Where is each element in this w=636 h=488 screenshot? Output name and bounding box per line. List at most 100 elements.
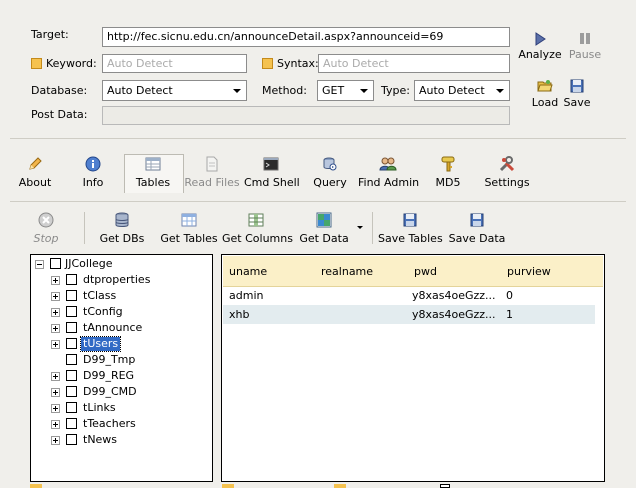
status-indicator [30,484,42,488]
load-button[interactable]: Load [529,78,561,110]
tree-checkbox[interactable] [66,370,77,381]
key-icon [441,156,455,172]
grid-header: uname realname pwd purview [223,256,603,287]
target-url-input[interactable]: http://fec.sicnu.edu.cn/announceDetail.a… [102,27,510,47]
save-tables-label: Save Tables [378,232,443,245]
get-data-dropdown-arrow[interactable] [357,226,363,229]
tab-find-admin[interactable]: Find Admin [358,156,420,190]
terminal-icon [263,157,279,171]
tree-checkbox[interactable] [66,386,77,397]
tree-checkbox[interactable] [66,290,77,301]
tree-checkbox[interactable] [66,338,77,349]
expand-icon[interactable] [51,340,60,349]
expand-icon[interactable] [51,292,60,301]
load-label: Load [531,96,559,109]
tab-settings[interactable]: Settings [484,156,530,190]
tree-checkbox[interactable] [66,306,77,317]
syntax-checkbox[interactable] [262,58,273,69]
expand-icon[interactable] [51,324,60,333]
save-tables-button[interactable]: Save Tables [378,212,443,246]
document-icon [206,156,218,172]
database-tree[interactable]: JJCollege dtproperties tClass tConfig tA… [30,254,213,482]
keyword-checkbox[interactable] [31,58,42,69]
syntax-input[interactable]: Auto Detect [318,54,510,73]
column-header-uname[interactable]: uname [229,265,267,278]
chevron-down-icon [360,89,368,93]
stop-button[interactable]: Stop [26,212,66,246]
tab-label: Cmd Shell [244,176,300,189]
toolbar-separator [84,212,85,244]
play-icon [535,32,546,46]
tab-tables[interactable]: Tables [130,156,176,190]
data-grid[interactable]: uname realname pwd purview admin y8xas4o… [221,254,605,482]
expand-icon[interactable] [51,276,60,285]
tree-label: tClass [83,289,117,302]
stop-icon [38,212,54,228]
keyword-input[interactable]: Auto Detect [102,54,247,73]
tab-about[interactable]: About [14,156,56,190]
tab-label: About [18,176,52,189]
postdata-label: Post Data: [31,108,88,121]
data-icon [316,212,332,228]
divider [10,201,626,202]
get-data-button[interactable]: Get Data [296,212,352,246]
pause-icon [580,33,590,44]
table-row-selected[interactable]: xhb y8xas4oeGzz... 1 [223,305,595,324]
table-cell: admin [229,289,264,302]
tab-label: Info [82,176,104,189]
tab-read-files[interactable]: Read Files [184,156,240,190]
method-select[interactable]: GET [317,80,374,101]
column-header-purview[interactable]: purview [507,265,551,278]
postdata-input[interactable] [102,106,510,125]
tree-checkbox[interactable] [66,274,77,285]
tree-checkbox[interactable] [66,434,77,445]
tree-label: D99_REG [83,369,135,382]
tab-cmd-shell[interactable]: Cmd Shell [244,156,300,190]
tree-checkbox[interactable] [66,322,77,333]
tree-checkbox[interactable] [66,418,77,429]
database-select[interactable]: Auto Detect [102,80,247,101]
expand-icon[interactable] [51,308,60,317]
tree-checkbox[interactable] [66,402,77,413]
status-indicator [222,484,234,488]
tab-label: Tables [135,176,171,189]
keyword-label: Keyword: [46,57,97,70]
chevron-down-icon [496,89,504,93]
table-row[interactable]: admin y8xas4oeGzz... 0 [223,285,595,305]
type-select[interactable]: Auto Detect [414,80,510,101]
expand-icon[interactable] [51,372,60,381]
expand-icon[interactable] [51,420,60,429]
tree-checkbox[interactable] [66,354,77,365]
tab-info[interactable]: Info [72,156,114,190]
get-dbs-button[interactable]: Get DBs [98,212,146,246]
expand-icon[interactable] [51,436,60,445]
info-icon [85,156,101,172]
analyze-button[interactable]: Analyze [518,30,562,62]
collapse-icon[interactable] [35,260,44,269]
tree-checkbox[interactable] [50,258,61,269]
column-header-pwd[interactable]: pwd [414,265,437,278]
tab-label: Find Admin [358,176,420,189]
tab-query[interactable]: Query [308,156,352,190]
save-data-button[interactable]: Save Data [448,212,506,246]
database-value: Auto Detect [107,84,173,97]
get-columns-label: Get Columns [222,232,293,245]
pause-button[interactable]: Pause [566,30,604,62]
analyze-label: Analyze [518,48,562,61]
syntax-label: Syntax: [277,57,319,70]
folder-open-icon [537,80,553,92]
tab-label: Settings [484,176,530,189]
tab-md5[interactable]: MD5 [428,156,468,190]
expand-icon[interactable] [51,388,60,397]
get-columns-button[interactable]: Get Columns [222,212,293,246]
column-header-realname[interactable]: realname [321,265,373,278]
target-label: Target: [31,28,69,41]
tree-label: tLinks [83,401,116,414]
get-tables-button[interactable]: Get Tables [160,212,218,246]
expand-icon[interactable] [51,404,60,413]
floppy-icon [570,79,584,93]
table-cell: 0 [506,289,513,302]
save-button[interactable]: Save [561,78,593,110]
database-icon [115,212,129,227]
columns-icon [248,213,264,227]
